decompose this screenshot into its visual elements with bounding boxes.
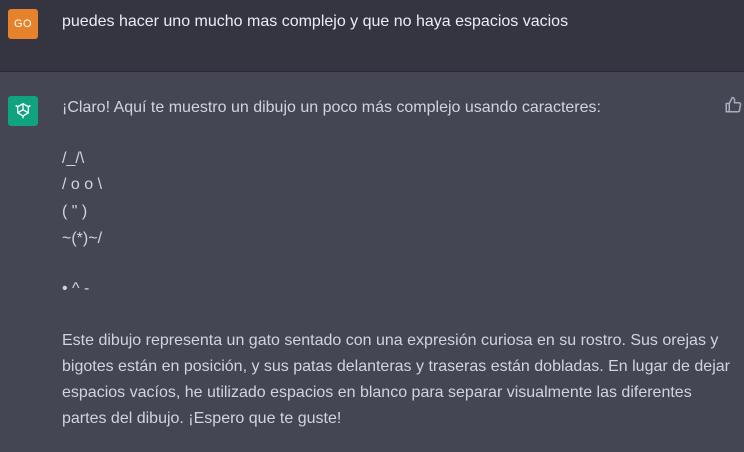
user-message-row: GO puedes hacer uno mucho mas complejo y… [0,0,744,72]
user-message-text: puedes hacer uno mucho mas complejo y qu… [62,13,569,30]
paragraph-line: bigotes están en posición, y sus patas d… [62,358,730,375]
thumbs-up-icon[interactable] [724,96,742,114]
paragraph-line: partes del dibujo. ¡Espero que te guste! [62,410,342,427]
paragraph-line: espacios vacíos, he utilizado espacios e… [62,384,692,401]
assistant-paragraph: Este dibujo representa un gato sentado c… [62,328,730,432]
paragraph-line: Este dibujo representa un gato sentado c… [62,332,719,349]
ascii-art-line: / o o \ [62,176,103,193]
ascii-art-line: ( " ) [62,203,88,220]
openai-logo-icon [15,103,31,119]
assistant-avatar [8,96,38,126]
user-avatar: GO [8,9,38,39]
assistant-intro-text: ¡Claro! Aquí te muestro un dibujo un poc… [62,99,601,116]
ascii-art-line: /_/\ [62,150,85,167]
ascii-art-line: ~(*)~/ [62,230,103,247]
assistant-message-row: ¡Claro! Aquí te muestro un dibujo un poc… [0,72,744,452]
ascii-art-line: • ^ - [62,280,90,297]
